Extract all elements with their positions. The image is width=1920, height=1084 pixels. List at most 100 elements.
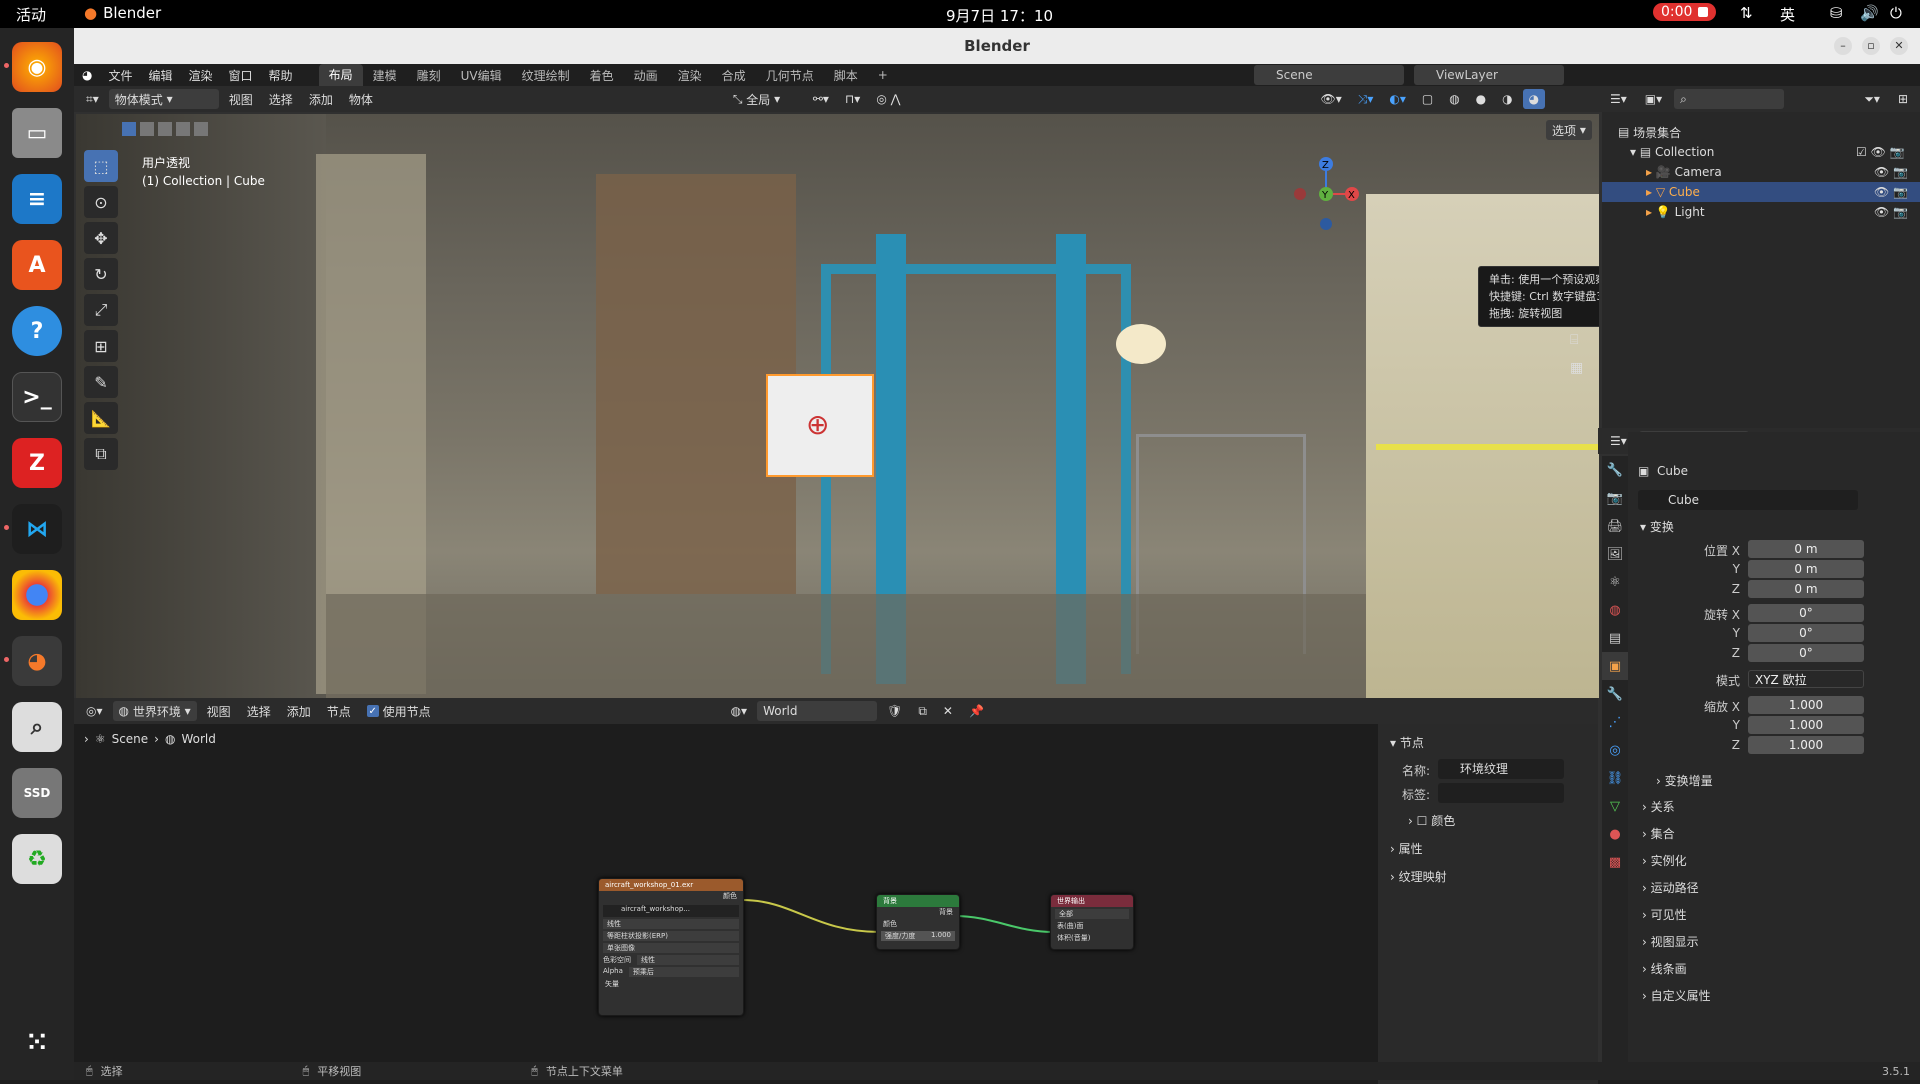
rotate-icon[interactable]: ↻: [84, 258, 118, 290]
node-menu-view[interactable]: 视图: [201, 701, 237, 721]
overlay-toggle-icon[interactable]: ◐▾: [1383, 89, 1412, 109]
shading-material-icon[interactable]: ◑: [1496, 89, 1518, 109]
background-node[interactable]: 背景 背景 颜色 强度/力度 1.000: [876, 894, 960, 950]
files-icon[interactable]: ▭: [12, 108, 62, 158]
vscode-icon[interactable]: ⋈: [4, 504, 62, 554]
ortho-toggle-icon[interactable]: ▦: [1570, 360, 1583, 376]
menu-render[interactable]: 渲染: [181, 67, 221, 84]
node-name-field[interactable]: 环境纹理: [1438, 759, 1564, 779]
maximize-icon[interactable]: ▫: [1862, 37, 1880, 55]
menu-object[interactable]: 物体: [343, 89, 379, 109]
interpolation-select[interactable]: 线性: [603, 919, 739, 929]
node-label-field[interactable]: [1438, 783, 1564, 803]
tab-animation[interactable]: 动画: [624, 67, 668, 84]
pin-icon[interactable]: 📌: [963, 701, 990, 721]
modifier-tab-icon[interactable]: 🔧: [1602, 680, 1628, 708]
alpha-select[interactable]: 预乘后: [628, 967, 739, 977]
network-icon[interactable]: ⛁: [1830, 4, 1843, 22]
pivot-icon[interactable]: ⚯▾: [807, 89, 835, 109]
trash-icon[interactable]: ♻: [12, 834, 62, 884]
world-tab-icon[interactable]: ◍: [1602, 596, 1628, 624]
location-y-field[interactable]: 0 m: [1748, 560, 1864, 578]
view-layer-tab-icon[interactable]: 🖼: [1602, 540, 1628, 568]
world-name-field[interactable]: World: [757, 701, 878, 721]
3d-cursor-icon[interactable]: ⊕: [806, 408, 829, 441]
scale-icon[interactable]: ⤢: [84, 294, 118, 326]
display-mode-icon[interactable]: ▣▾: [1639, 89, 1668, 109]
scale-x-field[interactable]: 1.000: [1748, 696, 1864, 714]
input-method[interactable]: 英: [1780, 4, 1795, 25]
add-workspace-icon[interactable]: +: [868, 68, 898, 82]
panel-instancing[interactable]: › 实例化: [1642, 852, 1687, 869]
visibility-toggles[interactable]: 👁 📷: [1874, 185, 1908, 199]
tab-shading[interactable]: 着色: [580, 67, 624, 84]
world-output-node[interactable]: 世界输出 全部 表(曲)面 体积(音量): [1050, 894, 1134, 950]
visibility-toggles[interactable]: 👁 📷: [1874, 205, 1908, 219]
panel-line-art[interactable]: › 线条画: [1642, 960, 1687, 977]
rotation-x-field[interactable]: 0°: [1748, 604, 1864, 622]
writer-icon[interactable]: ≡: [12, 174, 62, 224]
selection-mode-buttons[interactable]: [122, 122, 208, 136]
measure-icon[interactable]: 📐: [84, 402, 118, 434]
panel-custom-properties[interactable]: › 自定义属性: [1642, 987, 1711, 1004]
blender-menu-icon[interactable]: ◕: [74, 68, 100, 82]
move-icon[interactable]: ✥: [84, 222, 118, 254]
rotation-z-field[interactable]: 0°: [1748, 644, 1864, 662]
node-panel-header[interactable]: ▾ 节点: [1390, 734, 1424, 751]
help-icon[interactable]: ?: [12, 306, 62, 356]
select-intersect-icon[interactable]: [194, 122, 208, 136]
output-tab-icon[interactable]: 🖨: [1602, 512, 1628, 540]
scene-selector[interactable]: Scene: [1254, 65, 1404, 85]
object-tab-icon[interactable]: ▣: [1602, 652, 1628, 680]
node-editor-canvas[interactable]: › ⚛ Scene › ◍ World aircraft_workshop_01…: [74, 724, 1378, 1084]
environment-texture-node[interactable]: aircraft_workshop_01.exr 颜色 aircraft_wor…: [598, 878, 744, 1016]
outliner-scene-collection[interactable]: ▤ 场景集合: [1602, 122, 1920, 142]
material-tab-icon[interactable]: ●: [1602, 820, 1628, 848]
menu-window[interactable]: 窗口: [221, 67, 261, 84]
scale-z-field[interactable]: 1.000: [1748, 736, 1864, 754]
collection-tab-icon[interactable]: ▤: [1602, 624, 1628, 652]
zotero-icon[interactable]: Z: [12, 438, 62, 488]
activities-button[interactable]: 活动: [16, 4, 46, 25]
visibility-toggles[interactable]: ☑ 👁 📷: [1856, 145, 1905, 159]
menu-select[interactable]: 选择: [263, 89, 299, 109]
add-cube-icon[interactable]: ⧉: [84, 438, 118, 470]
node-editor-type-icon[interactable]: ◎▾: [80, 701, 109, 721]
panel-visibility[interactable]: › 可见性: [1642, 906, 1687, 923]
annotate-icon[interactable]: ✎: [84, 366, 118, 398]
world-browse-icon[interactable]: ◍▾: [725, 701, 754, 721]
duplicate-icon[interactable]: ⧉: [912, 701, 933, 721]
object-name-field[interactable]: Cube: [1638, 490, 1858, 510]
app-menu[interactable]: ● Blender: [84, 4, 161, 22]
ssd-drive-icon[interactable]: SSD: [12, 768, 62, 818]
3d-viewport[interactable]: ⊕ 用户透视 (1) Collection | Cube ⬚ ⊙ ✥ ↻ ⤢ ⊞…: [76, 114, 1599, 698]
outliner-item-cube[interactable]: ▸ ▽ Cube 👁 📷: [1602, 182, 1920, 202]
select-new-icon[interactable]: [122, 122, 136, 136]
panel-collections[interactable]: › 集合: [1642, 825, 1675, 842]
tab-sculpting[interactable]: 雕刻: [407, 67, 451, 84]
transform-orientation-selector[interactable]: ⤡ 全局 ▾: [727, 89, 803, 109]
tab-geometry-nodes[interactable]: 几何节点: [756, 67, 824, 84]
source-select[interactable]: 单张图像: [603, 943, 739, 953]
tab-modeling[interactable]: 建模: [363, 67, 407, 84]
rotation-y-field[interactable]: 0°: [1748, 624, 1864, 642]
shading-wireframe-icon[interactable]: ◍: [1443, 89, 1465, 109]
power-icon[interactable]: ⏻: [1890, 4, 1902, 22]
select-box-icon[interactable]: ⬚: [84, 150, 118, 182]
node-menu-select[interactable]: 选择: [241, 701, 277, 721]
image-file-field[interactable]: aircraft_workshop...: [603, 905, 739, 917]
tool-tab-icon[interactable]: 🔧: [1602, 456, 1628, 484]
new-collection-icon[interactable]: ⊞: [1892, 89, 1914, 109]
volume-icon[interactable]: 🔊: [1860, 4, 1879, 22]
outliner-item-collection[interactable]: ▾ ▤ Collection ☑ 👁 📷: [1602, 142, 1920, 162]
transform-icon[interactable]: ⊞: [84, 330, 118, 362]
minimize-icon[interactable]: –: [1834, 37, 1852, 55]
software-center-icon[interactable]: A: [12, 240, 62, 290]
location-x-field[interactable]: 0 m: [1748, 540, 1864, 558]
tab-scripting[interactable]: 脚本: [824, 67, 868, 84]
projection-select[interactable]: 等距柱状投影(ERP): [603, 931, 739, 941]
visibility-toggles[interactable]: 👁 📷: [1874, 165, 1908, 179]
render-tab-icon[interactable]: 📷: [1602, 484, 1628, 512]
filter-icon[interactable]: ⏷▾: [1858, 89, 1886, 109]
strength-field[interactable]: 强度/力度 1.000: [881, 931, 955, 941]
